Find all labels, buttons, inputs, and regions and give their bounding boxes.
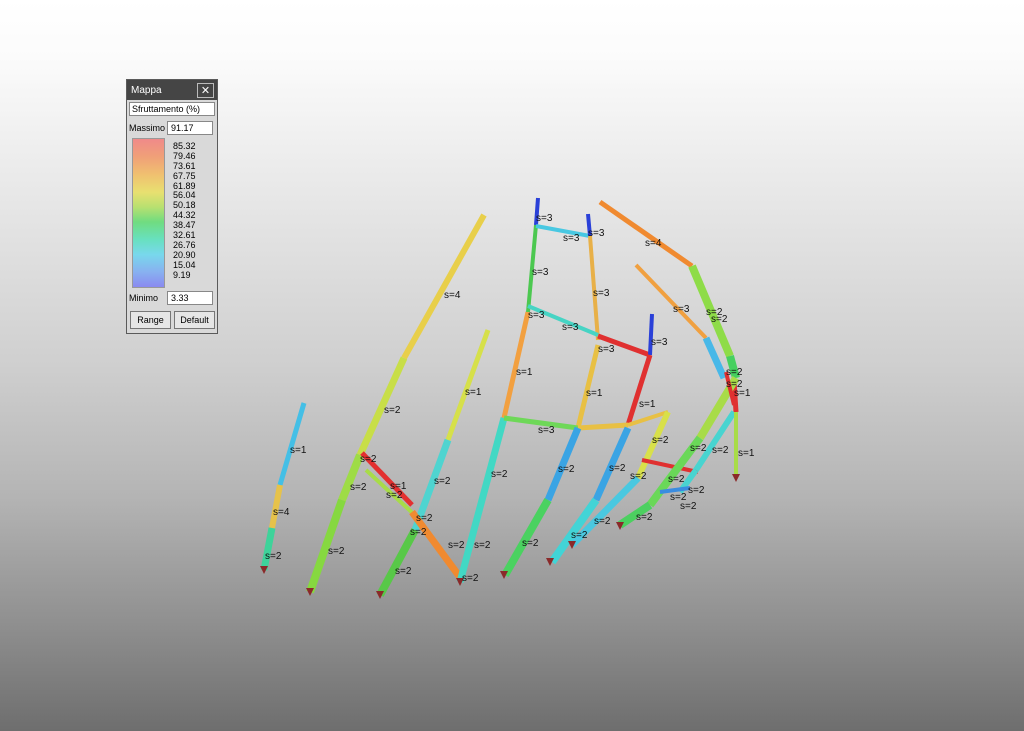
tick-label: 9.19 <box>173 269 191 280</box>
member-label: s=3 <box>588 228 605 239</box>
member-label: s=4 <box>273 507 290 518</box>
member-label: s=4 <box>444 290 461 301</box>
panel-title: Mappa <box>131 84 162 96</box>
member-label: s=2 <box>609 463 626 474</box>
member-label: s=3 <box>528 310 545 321</box>
map-legend-panel[interactable]: Mappa ✕ Sfruttamento (%) Massimo 91.17 8… <box>126 79 218 334</box>
member-label: s=2 <box>726 379 743 390</box>
member-label: s=2 <box>410 527 427 538</box>
member-label: s=2 <box>386 490 403 501</box>
member-label: s=1 <box>516 367 533 378</box>
member-label: s=2 <box>706 307 723 318</box>
beam[interactable] <box>277 402 307 486</box>
beam[interactable] <box>445 329 491 441</box>
beam[interactable] <box>501 311 531 419</box>
member-label: s=2 <box>265 551 282 562</box>
beam[interactable] <box>577 422 629 431</box>
member-label: s=3 <box>538 425 555 436</box>
member-label: s=2 <box>688 485 705 496</box>
member-label: s=2 <box>630 471 647 482</box>
close-icon[interactable]: ✕ <box>197 82 214 98</box>
support <box>732 474 740 482</box>
beam[interactable] <box>625 354 653 426</box>
member-label: s=2 <box>652 435 669 446</box>
member-label: s=3 <box>651 337 668 348</box>
result-type-select[interactable]: Sfruttamento (%) <box>129 102 215 116</box>
member-label: s=2 <box>462 573 479 584</box>
member-label: s=2 <box>491 469 508 480</box>
member-label: s=2 <box>395 566 412 577</box>
member-label: s=2 <box>670 492 687 503</box>
beam[interactable] <box>376 528 419 597</box>
min-row: Minimo 3.33 <box>129 291 213 305</box>
beam[interactable] <box>641 458 699 474</box>
min-label: Minimo <box>129 293 159 303</box>
member-label: s=2 <box>434 476 451 487</box>
member-label: s=2 <box>668 474 685 485</box>
member-label: s=2 <box>636 512 653 523</box>
min-value-field[interactable]: 3.33 <box>167 291 213 305</box>
member-label: s=3 <box>563 233 580 244</box>
beam[interactable] <box>648 313 654 356</box>
member-label: s=2 <box>594 516 611 527</box>
member-label: s=1 <box>586 388 603 399</box>
member-label: s=2 <box>712 445 729 456</box>
member-label: s=2 <box>558 464 575 475</box>
member-label: s=2 <box>726 367 743 378</box>
member-label: s=1 <box>639 399 656 410</box>
member-label: s=2 <box>328 546 345 557</box>
beam[interactable] <box>575 344 601 429</box>
beam[interactable] <box>338 453 364 502</box>
beam[interactable] <box>260 527 276 571</box>
member-label: s=1 <box>290 445 307 456</box>
member-label: s=2 <box>571 530 588 541</box>
member-label: s=3 <box>536 213 553 224</box>
member-label: s=3 <box>593 288 610 299</box>
max-label: Massimo <box>129 123 166 133</box>
member-label: s=2 <box>416 513 433 524</box>
member-label: s=2 <box>474 540 491 551</box>
member-label: s=1 <box>738 448 755 459</box>
member-label: s=3 <box>532 267 549 278</box>
member-label: s=2 <box>690 443 707 454</box>
max-row: Massimo 91.17 <box>129 121 213 135</box>
member-label: s=1 <box>465 387 482 398</box>
member-label: s=3 <box>598 344 615 355</box>
member-label: s=2 <box>350 482 367 493</box>
member-label: s=2 <box>448 540 465 551</box>
member-label: s=2 <box>522 538 539 549</box>
beam[interactable] <box>598 199 694 269</box>
beam[interactable] <box>456 417 508 583</box>
member-label: s=2 <box>360 454 377 465</box>
range-button[interactable]: Range <box>130 311 171 329</box>
member-label: s=3 <box>673 304 690 315</box>
member-label: s=3 <box>562 322 579 333</box>
member-label: s=2 <box>384 405 401 416</box>
default-button[interactable]: Default <box>174 311 215 329</box>
max-value-field[interactable]: 91.17 <box>167 121 213 135</box>
beam[interactable] <box>401 213 487 360</box>
member-label: s=4 <box>645 238 662 249</box>
scale-ticks: 85.32 79.46 73.61 67.75 61.89 56.04 50.1… <box>173 141 215 280</box>
color-scale-bar <box>132 138 165 288</box>
panel-titlebar[interactable]: Mappa ✕ <box>127 80 217 100</box>
